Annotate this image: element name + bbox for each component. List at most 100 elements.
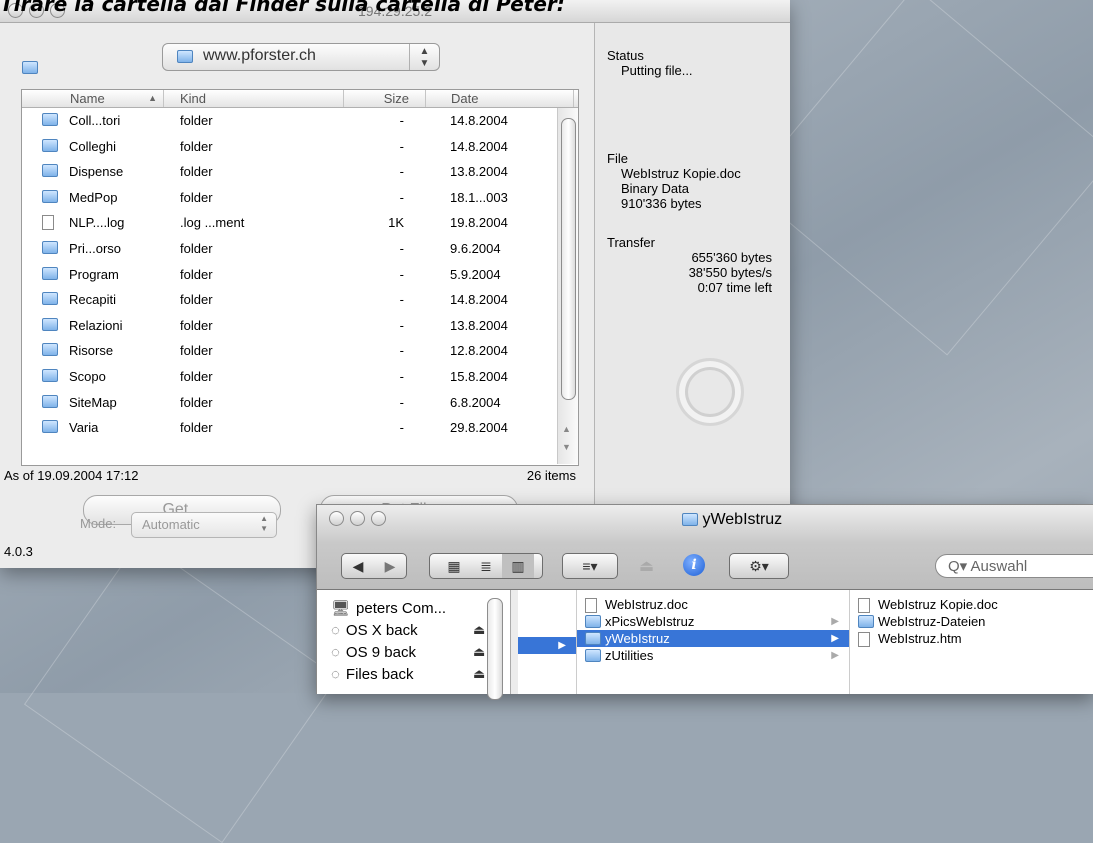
table-row[interactable]: NLP....log .log ...ment 1K 19.8.2004 [22,210,558,236]
server-path-popup[interactable]: www.pforster.ch ▲ ▼ [162,43,440,71]
mode-popup[interactable]: Automatic ▲ ▼ [131,512,277,538]
cell-size: - [399,292,404,308]
info-icon[interactable]: i [683,554,705,576]
list-item[interactable]: xPicsWebIstruz ▶ [577,613,849,630]
status-heading: Status [607,48,644,63]
sidebar-item-label: OS 9 back [345,644,416,661]
folder-icon [585,632,601,645]
file-type: Binary Data [621,181,689,196]
arrange-icon: ≡▾ [582,558,598,574]
finder-window: yWebIstruz ◀ ▶ ▦ ≣ ▥ ≡▾ ⏏ i ⚙▾ Q▾ Auswahl 🖥… [316,504,1093,700]
minimize-window-button[interactable] [350,511,365,526]
forward-arrow-icon[interactable]: ▶ [374,554,406,578]
version-label: 4.0.3 [4,544,33,559]
eject-icon[interactable]: ⏏ [639,556,654,576]
cell-name: Risorse [69,343,114,359]
table-row[interactable]: Varia folder - 29.8.2004 [22,415,558,441]
cell-name: Colleghi [69,138,116,154]
view-mode-control[interactable]: ▦ ≣ ▥ [429,553,543,579]
list-item[interactable]: WebIstruz.doc [577,596,849,613]
table-row[interactable]: SiteMap folder - 6.8.2004 [22,390,558,416]
table-row[interactable]: MedPop folder - 18.1...003 [22,185,558,211]
cell-date: 18.1...003 [450,189,508,205]
sidebar-item[interactable]: ◌ OS 9 back [331,642,416,664]
list-item[interactable]: WebIstruz.htm [850,630,1093,647]
cell-date: 14.8.2004 [450,292,508,308]
column-view-icon[interactable]: ▥ [502,554,534,578]
list-item-label: xPicsWebIstruz [605,614,695,629]
column-header-date[interactable]: Date [426,90,574,107]
sidebar-scroll-thumb[interactable] [487,598,503,700]
back-arrow-icon[interactable]: ◀ [342,554,374,578]
document-icon [858,598,870,613]
column-selection: ▶ [518,637,576,654]
chevron-right-icon: ▶ [831,650,839,661]
table-row[interactable]: Recapiti folder - 14.8.2004 [22,287,558,313]
vertical-scrollbar[interactable]: ▲ ▼ [557,108,578,464]
eject-icon[interactable]: ⏏ [473,666,485,682]
folder-icon [42,368,58,382]
finder-sidebar: 🖥 peters Com... ◌ OS X back ⏏ ◌ OS 9 back ⏏ ◌ Fil… [317,590,511,700]
icon-view-icon[interactable]: ▦ [438,554,470,578]
cell-kind: folder [180,317,213,333]
zoom-window-button[interactable] [371,511,386,526]
cell-name: Scopo [69,368,106,384]
cell-name: Program [69,266,119,282]
sidebar-item[interactable]: 🖥 peters Com... [331,598,446,620]
eject-icon[interactable]: ⏏ [473,622,485,638]
folder-icon [42,113,58,126]
arrange-menu-button[interactable]: ≡▾ [562,553,618,579]
close-window-button[interactable] [329,511,344,526]
list-item[interactable]: zUtilities ▶ [577,647,849,664]
action-menu-button[interactable]: ⚙▾ [729,553,789,579]
cell-kind: folder [180,189,213,205]
cell-date: 13.8.2004 [450,164,508,180]
table-row[interactable]: Relazioni folder - 13.8.2004 [22,313,558,339]
table-row[interactable]: Dispense folder - 13.8.2004 [22,159,558,185]
list-view-icon[interactable]: ≣ [470,554,502,578]
table-row[interactable]: Risorse folder - 12.8.2004 [22,338,558,364]
sidebar-item[interactable]: ◌ Files back [331,664,413,686]
disk-icon: ◌ [331,644,340,661]
list-item-label: yWebIstruz [605,631,670,646]
sidebar-item[interactable]: ◌ OS X back [331,620,418,642]
scroll-up-arrow-icon[interactable]: ▲ [562,424,571,434]
back-forward-control[interactable]: ◀ ▶ [341,553,407,579]
table-row[interactable]: Scopo folder - 15.8.2004 [22,364,558,390]
search-field[interactable]: Q▾ Auswahl [935,554,1093,578]
folder-icon [42,343,58,357]
item-count: 26 items [526,468,576,483]
cell-name: Varia [69,420,99,436]
column-header-size[interactable]: Size [344,90,426,107]
column-header-kind[interactable]: Kind [164,90,344,107]
table-row[interactable]: Colleghi folder - 14.8.2004 [22,134,558,160]
column-header-name[interactable]: Name ▲ [22,90,164,107]
folder-icon [42,292,58,306]
cell-size: - [399,317,404,333]
current-folder-icon [22,61,38,74]
listing-status: As of 19.09.2004 17:12 26 items [4,468,584,483]
cell-date: 14.8.2004 [450,113,508,128]
list-item[interactable]: yWebIstruz ▶ [577,630,849,647]
scroll-thumb[interactable] [561,118,576,400]
remote-file-list[interactable]: Name ▲ Kind Size Date Coll...tori folder -… [21,89,579,466]
table-row[interactable]: Coll...tori folder - 14.8.2004 [22,108,558,134]
folder-icon [42,164,58,178]
time-left: 0:07 time left [697,280,772,295]
list-item[interactable]: WebIstruz Kopie.doc [850,596,1093,613]
folder-icon [42,394,58,408]
transfer-rate: 38'550 bytes/s [688,265,772,280]
cell-kind: folder [180,240,213,256]
gear-icon: ⚙▾ [749,558,769,574]
list-item[interactable]: WebIstruz-Dateien [850,613,1093,630]
cell-name: Recapiti [69,292,116,308]
eject-icon[interactable]: ⏏ [473,644,485,660]
cell-date: 29.8.2004 [450,420,508,436]
cell-name: Relazioni [69,317,123,333]
finder-title[interactable]: yWebIstruz [682,511,782,529]
list-item-label: WebIstruz-Dateien [878,614,986,629]
table-row[interactable]: Pri...orso folder - 9.6.2004 [22,236,558,262]
scroll-down-arrow-icon[interactable]: ▼ [562,442,571,452]
table-row[interactable]: Program folder - 5.9.2004 [22,262,558,288]
mode-label: Mode: [80,516,117,531]
